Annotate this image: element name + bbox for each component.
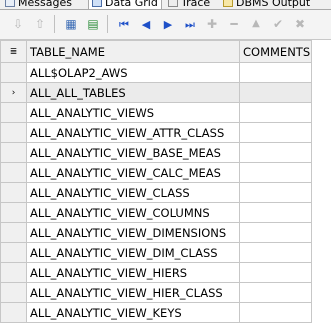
comments-cell[interactable] [239, 182, 312, 203]
comments-cell[interactable] [239, 262, 312, 283]
table-row[interactable]: ALL_ANALYTIC_VIEW_DIMENSIONS [0, 222, 312, 243]
table-name-cell[interactable]: ALL_ANALYTIC_VIEW_CALC_MEAS [26, 162, 240, 183]
insert-record-icon[interactable]: ✚ [202, 14, 222, 34]
record-view-icon[interactable]: ▤ [83, 14, 103, 34]
tab-label: Trace [181, 0, 211, 9]
column-header-comments[interactable]: COMMENTS [239, 40, 312, 63]
comments-cell[interactable] [239, 242, 312, 263]
row-indicator[interactable] [0, 142, 27, 163]
last-record-icon[interactable]: ⏭ [180, 14, 200, 34]
row-indicator[interactable] [0, 182, 27, 203]
table-row[interactable]: ALL_ANALYTIC_VIEW_HIERS [0, 262, 312, 283]
row-indicator[interactable] [0, 122, 27, 143]
table-name-cell[interactable]: ALL$OLAP2_AWS [26, 62, 240, 83]
table-name-cell[interactable]: ALL_ANALYTIC_VIEW_HIERS [26, 262, 240, 283]
row-indicator[interactable] [0, 62, 27, 83]
data-grid-panel: Messages Data Grid Trace DBMS Output ⇩ ⇧… [0, 0, 331, 323]
table-name-cell[interactable]: ALL_ANALYTIC_VIEW_HIER_CLASS [26, 282, 240, 303]
tab-dbms-output[interactable]: DBMS Output [220, 0, 313, 9]
table-name-cell[interactable]: ALL_ANALYTIC_VIEW_BASE_MEAS [26, 142, 240, 163]
edit-record-icon[interactable]: ▲ [246, 14, 266, 34]
import-icon[interactable]: ⇧ [30, 14, 50, 34]
comments-cell[interactable] [239, 122, 312, 143]
results-grid[interactable]: ≣ TABLE_NAME COMMENTS ALL$OLAP2_AWS › AL… [0, 40, 331, 323]
tab-trace[interactable]: Trace [165, 0, 213, 9]
table-name-cell[interactable]: ALL_ANALYTIC_VIEW_CLASS [26, 182, 240, 203]
comments-cell[interactable] [239, 102, 312, 123]
comments-cell[interactable] [239, 202, 312, 223]
table-row[interactable]: ALL$OLAP2_AWS [0, 62, 312, 83]
table-row[interactable]: ALL_ANALYTIC_VIEW_KEYS [0, 302, 312, 323]
grid-view-icon[interactable]: ▦ [61, 14, 81, 34]
row-indicator[interactable] [0, 202, 27, 223]
current-row-marker-icon[interactable]: › [0, 82, 27, 103]
tab-data-grid[interactable]: Data Grid [88, 0, 162, 9]
grid-toolbar: ⇩ ⇧ ▦ ▤ ⏮ ◀ ▶ ⏭ ✚ ━ ▲ ✔ ✖ [0, 10, 331, 40]
table-row-current[interactable]: › ALL_ALL_TABLES [0, 82, 312, 103]
dbms-output-icon [223, 0, 233, 7]
comments-cell[interactable] [239, 162, 312, 183]
comments-cell[interactable] [239, 302, 312, 323]
prior-record-icon[interactable]: ◀ [136, 14, 156, 34]
row-indicator[interactable] [0, 102, 27, 123]
toolbar-separator [54, 15, 55, 33]
table-name-cell[interactable]: ALL_ANALYTIC_VIEW_DIM_CLASS [26, 242, 240, 263]
table-row[interactable]: ALL_ANALYTIC_VIEW_COLUMNS [0, 202, 312, 223]
table-name-cell[interactable]: ALL_ANALYTIC_VIEW_ATTR_CLASS [26, 122, 240, 143]
next-record-icon[interactable]: ▶ [158, 14, 178, 34]
delete-record-icon[interactable]: ━ [224, 14, 244, 34]
tab-label: Messages [18, 0, 72, 9]
table-row[interactable]: ALL_ANALYTIC_VIEW_CALC_MEAS [0, 162, 312, 183]
tab-messages[interactable]: Messages [2, 0, 75, 9]
export-icon[interactable]: ⇩ [8, 14, 28, 34]
output-tab-strip: Messages Data Grid Trace DBMS Output [0, 0, 331, 10]
table-row[interactable]: ALL_ANALYTIC_VIEW_HIER_CLASS [0, 282, 312, 303]
results-table: ≣ TABLE_NAME COMMENTS ALL$OLAP2_AWS › AL… [0, 40, 312, 323]
table-row[interactable]: ALL_ANALYTIC_VIEWS [0, 102, 312, 123]
tab-label: DBMS Output [236, 0, 311, 9]
toolbar-separator [107, 15, 108, 33]
table-name-cell[interactable]: ALL_ANALYTIC_VIEW_COLUMNS [26, 202, 240, 223]
table-row[interactable]: ALL_ANALYTIC_VIEW_CLASS [0, 182, 312, 203]
row-indicator[interactable] [0, 222, 27, 243]
comments-cell[interactable] [239, 282, 312, 303]
row-indicator[interactable] [0, 302, 27, 323]
row-indicator[interactable] [0, 282, 27, 303]
row-indicator[interactable] [0, 162, 27, 183]
table-name-cell[interactable]: ALL_ANALYTIC_VIEW_KEYS [26, 302, 240, 323]
first-record-icon[interactable]: ⏮ [114, 14, 134, 34]
table-name-cell[interactable]: ALL_ALL_TABLES [26, 82, 240, 103]
table-row[interactable]: ALL_ANALYTIC_VIEW_ATTR_CLASS [0, 122, 312, 143]
row-indicator[interactable] [0, 262, 27, 283]
column-header-table-name[interactable]: TABLE_NAME [26, 40, 240, 63]
row-indicator-header-icon[interactable]: ≣ [0, 40, 27, 63]
table-row[interactable]: ALL_ANALYTIC_VIEW_BASE_MEAS [0, 142, 312, 163]
header-row: ≣ TABLE_NAME COMMENTS [0, 40, 312, 63]
comments-cell[interactable] [239, 82, 312, 103]
comments-cell[interactable] [239, 62, 312, 83]
row-indicator[interactable] [0, 242, 27, 263]
trace-icon [168, 0, 178, 7]
cancel-edit-icon[interactable]: ✖ [290, 14, 310, 34]
table-name-cell[interactable]: ALL_ANALYTIC_VIEWS [26, 102, 240, 123]
post-edit-icon[interactable]: ✔ [268, 14, 288, 34]
table-row[interactable]: ALL_ANALYTIC_VIEW_DIM_CLASS [0, 242, 312, 263]
table-name-cell[interactable]: ALL_ANALYTIC_VIEW_DIMENSIONS [26, 222, 240, 243]
data-grid-icon [92, 0, 102, 7]
comments-cell[interactable] [239, 142, 312, 163]
messages-icon [5, 0, 15, 7]
tab-label: Data Grid [105, 0, 158, 9]
comments-cell[interactable] [239, 222, 312, 243]
